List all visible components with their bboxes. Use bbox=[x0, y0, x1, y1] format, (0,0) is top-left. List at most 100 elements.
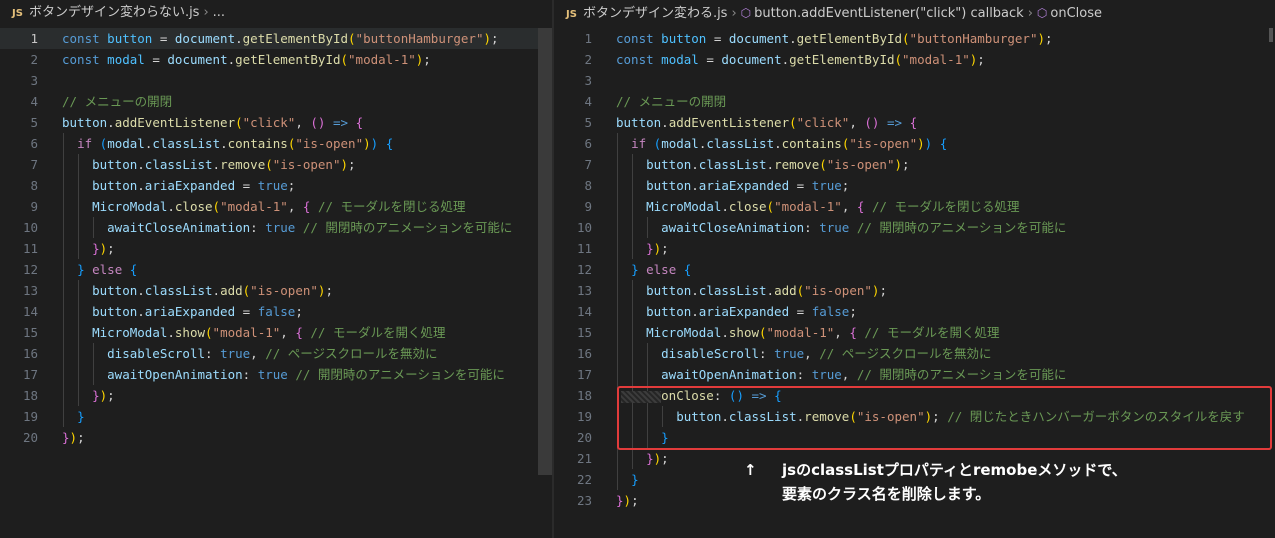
line-number: 9 bbox=[584, 199, 592, 214]
code-token: MicroModal bbox=[646, 325, 722, 340]
code-line[interactable]: 1 const button = document.getElementById(… bbox=[0, 28, 552, 49]
code-line[interactable]: 15 MicroModal.show("modal-1", { // モーダルを… bbox=[0, 322, 552, 343]
code-token: ( bbox=[235, 115, 243, 130]
code-text: }); bbox=[616, 238, 669, 259]
code-text: const button = document.getElementById("… bbox=[62, 28, 499, 49]
code-line[interactable]: 12 } else { bbox=[0, 259, 552, 280]
code-line[interactable]: 15 MicroModal.show("modal-1", { // モーダルを… bbox=[554, 322, 1275, 343]
code-line[interactable]: 11 }); bbox=[554, 238, 1275, 259]
code-token: { bbox=[355, 115, 364, 130]
code-line[interactable]: 14 button.ariaExpanded = false; bbox=[554, 301, 1275, 322]
scrollbar-left[interactable] bbox=[538, 28, 552, 475]
code-token: . bbox=[691, 283, 699, 298]
code-token: "modal-1" bbox=[902, 52, 970, 67]
code-token: // 開閉時のアニメーションを可能に bbox=[856, 367, 1067, 382]
code-line[interactable]: 4 // メニューの開閉 bbox=[554, 91, 1275, 112]
line-number: 14 bbox=[22, 304, 38, 319]
code-line[interactable]: 20}); bbox=[0, 427, 552, 448]
line-number: 19 bbox=[22, 409, 38, 424]
code-token: : bbox=[250, 220, 266, 235]
line-number: 3 bbox=[584, 73, 592, 88]
code-line[interactable]: 16 disableScroll: true, // ページスクロールを無効に bbox=[0, 343, 552, 364]
code-line[interactable]: 13 button.classList.add("is-open"); bbox=[554, 280, 1275, 301]
scrollbar-right[interactable] bbox=[1269, 28, 1273, 42]
code-line[interactable]: 8 button.ariaExpanded = true; bbox=[554, 175, 1275, 196]
code-line[interactable]: 12 } else { bbox=[554, 259, 1275, 280]
code-token: ; bbox=[295, 304, 303, 319]
code-token: const bbox=[616, 52, 654, 67]
code-token: // モーダルを閉じる処理 bbox=[317, 199, 466, 214]
code-token: { bbox=[295, 325, 303, 340]
breadcrumb-symbol-onclose[interactable]: onClose bbox=[1050, 6, 1102, 21]
code-token: "is-open" bbox=[849, 136, 918, 151]
code-line[interactable]: 18 }); bbox=[0, 385, 552, 406]
code-line[interactable]: 4 // メニューの開閉 bbox=[0, 91, 552, 112]
code-area-left[interactable]: 1 const button = document.getElementById(… bbox=[0, 28, 552, 448]
code-token: modal bbox=[661, 52, 699, 67]
code-token: modal bbox=[107, 52, 145, 67]
code-token: ( bbox=[265, 157, 273, 172]
code-line[interactable]: 7 button.classList.remove("is-open"); bbox=[554, 154, 1275, 175]
code-text: awaitOpenAnimation: true // 開閉時のアニメーションを… bbox=[62, 364, 505, 385]
code-line[interactable]: 14 button.ariaExpanded = false; bbox=[0, 301, 552, 322]
code-line[interactable]: 2 const modal = document.getElementById("… bbox=[0, 49, 552, 70]
code-line[interactable]: 9 MicroModal.close("modal-1", { // モーダルを… bbox=[554, 196, 1275, 217]
code-line[interactable]: 13 button.classList.add("is-open"); bbox=[0, 280, 552, 301]
code-token: ; bbox=[423, 52, 431, 67]
breadcrumb-file-right[interactable]: ボタンデザイン変わる.js bbox=[583, 6, 728, 21]
breadcrumb-symbol-callback[interactable]: button.addEventListener("click") callbac… bbox=[754, 6, 1024, 21]
code-line[interactable]: 10 awaitCloseAnimation: true // 開閉時のアニメー… bbox=[554, 217, 1275, 238]
code-token: . bbox=[766, 157, 775, 172]
code-token: classList bbox=[144, 157, 213, 172]
line-number: 10 bbox=[576, 220, 592, 235]
code-text: button.classList.remove("is-open"); bbox=[616, 154, 909, 175]
code-line[interactable]: 6 if (modal.classList.contains("is-open"… bbox=[0, 133, 552, 154]
code-token: . bbox=[766, 283, 775, 298]
code-line[interactable]: 6 if (modal.classList.contains("is-open"… bbox=[554, 133, 1275, 154]
code-line[interactable]: 17 awaitOpenAnimation: true, // 開閉時のアニメー… bbox=[554, 364, 1275, 385]
breadcrumb-file-left[interactable]: ボタンデザイン変わらない.js bbox=[29, 5, 200, 20]
code-line[interactable]: 19 } bbox=[0, 406, 552, 427]
code-token: . bbox=[691, 178, 699, 193]
code-token: awaitCloseAnimation bbox=[107, 220, 251, 235]
code-text: button.classList.remove("is-open"); bbox=[62, 154, 355, 175]
code-token: ( bbox=[310, 115, 318, 130]
code-token: button bbox=[92, 304, 138, 319]
code-line[interactable]: 5 button.addEventListener("click", () => … bbox=[0, 112, 552, 133]
code-line[interactable]: 8 button.ariaExpanded = true; bbox=[0, 175, 552, 196]
code-line[interactable]: 7 button.classList.remove("is-open"); bbox=[0, 154, 552, 175]
code-token: } bbox=[616, 493, 624, 508]
breadcrumb-more-left[interactable]: ... bbox=[213, 5, 225, 20]
code-token: ; bbox=[661, 451, 669, 466]
code-token: // モーダルを開く処理 bbox=[864, 325, 1000, 340]
editor-left: JS ボタンデザイン変わらない.js ›... 1 const button = do… bbox=[0, 0, 552, 538]
code-line[interactable]: 3 bbox=[0, 70, 552, 91]
line-number: 23 bbox=[576, 493, 592, 508]
code-text: MicroModal.close("modal-1", { // モーダルを閉じ… bbox=[616, 196, 1019, 217]
code-line[interactable]: 1 const button = document.getElementById(… bbox=[554, 28, 1275, 49]
code-token: : bbox=[205, 346, 221, 361]
code-token: : bbox=[796, 367, 812, 382]
code-line[interactable]: 11 }); bbox=[0, 238, 552, 259]
code-token: } bbox=[646, 451, 654, 466]
code-token: ) bbox=[340, 157, 349, 172]
code-line[interactable]: 9 MicroModal.close("modal-1", { // モーダルを… bbox=[0, 196, 552, 217]
code-line[interactable]: 2 const modal = document.getElementById("… bbox=[554, 49, 1275, 70]
code-token: const bbox=[616, 31, 654, 46]
code-token: contains bbox=[227, 136, 288, 151]
code-token: ) bbox=[483, 31, 492, 46]
code-text: // メニューの開閉 bbox=[62, 91, 172, 112]
code-token: true bbox=[257, 178, 288, 193]
code-line[interactable]: 17 awaitOpenAnimation: true // 開閉時のアニメーシ… bbox=[0, 364, 552, 385]
code-token: . bbox=[212, 157, 221, 172]
code-line[interactable]: 5 button.addEventListener("click", () => … bbox=[554, 112, 1275, 133]
code-line[interactable]: 3 bbox=[554, 70, 1275, 91]
code-line[interactable]: 16 disableScroll: true, // ページスクロールを無効に bbox=[554, 343, 1275, 364]
code-line[interactable]: 10 awaitCloseAnimation: true // 開閉時のアニメー… bbox=[0, 217, 552, 238]
code-text: const modal = document.getElementById("m… bbox=[62, 49, 431, 70]
code-token: "modal-1" bbox=[774, 199, 842, 214]
